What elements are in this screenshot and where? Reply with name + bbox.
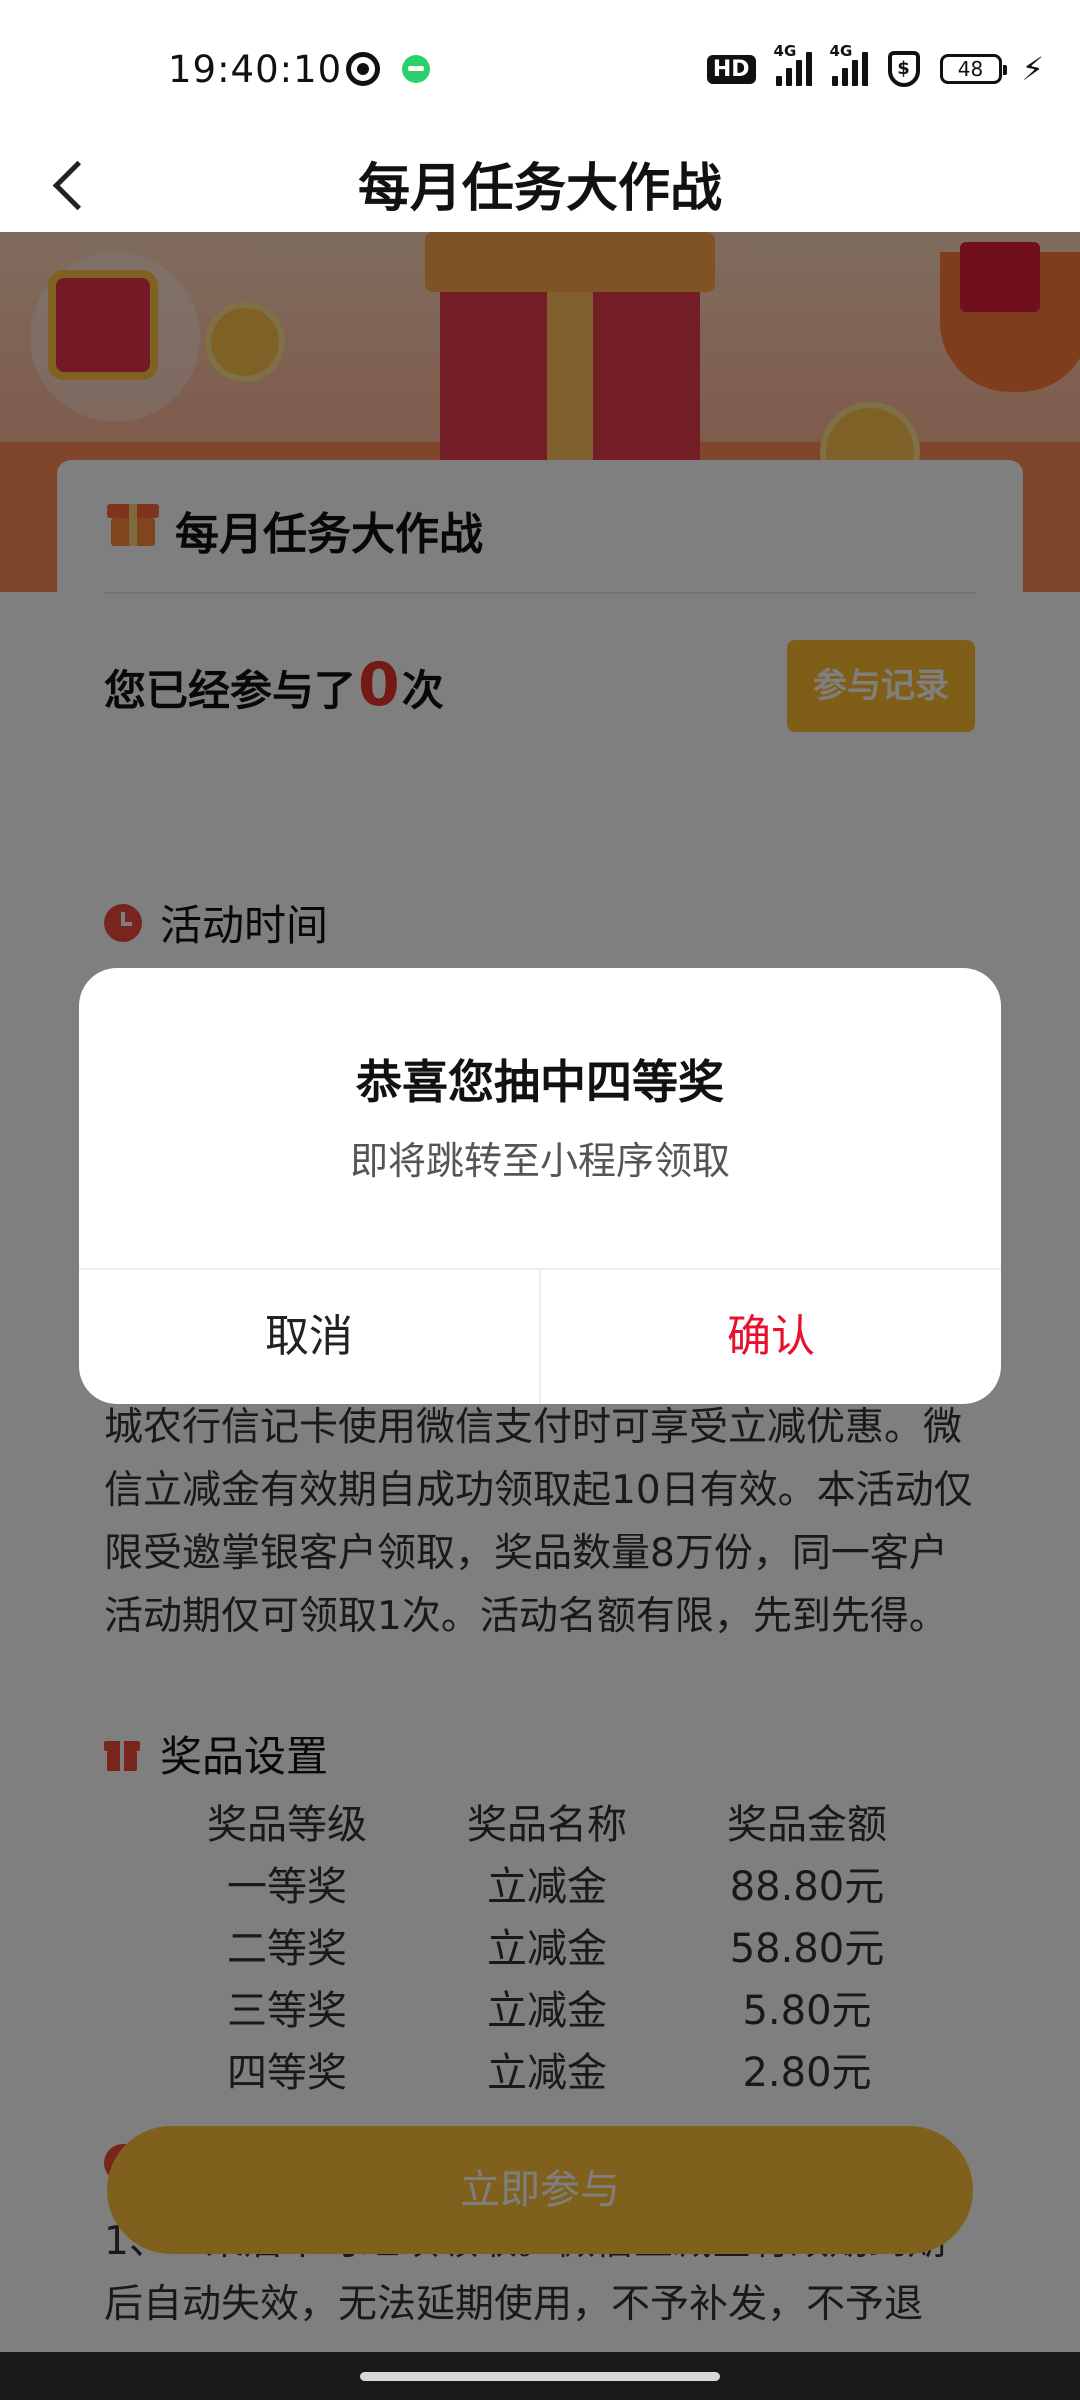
status-notification-icons <box>346 52 430 86</box>
cancel-button[interactable]: 取消 <box>79 1270 539 1404</box>
status-system-icons: HD 4G 4G $ 48 ⚡ <box>706 42 1044 88</box>
prize-dialog: 恭喜您抽中四等奖 即将跳转至小程序领取 取消 确认 <box>79 968 1001 1404</box>
security-shield-icon: $ <box>887 51 920 87</box>
confirm-button[interactable]: 确认 <box>541 1270 1001 1404</box>
wechat-notification-icon <box>402 55 430 83</box>
status-bar: 19:40:10 HD 4G 4G $ 48 ⚡ <box>0 0 1080 140</box>
signal-2-label: 4G <box>829 42 853 60</box>
bolt-icon: ⚡ <box>1021 50 1044 88</box>
system-navigation-bar <box>0 2352 1080 2400</box>
battery-icon: 48 <box>939 54 1007 84</box>
network-icon <box>346 52 380 86</box>
status-time: 19:40:10 <box>168 48 343 91</box>
signal-1-label: 4G <box>773 42 797 60</box>
dialog-message: 即将跳转至小程序领取 <box>349 1139 730 1183</box>
home-indicator[interactable] <box>360 2372 720 2381</box>
page-title: 每月任务大作战 <box>357 159 722 219</box>
signal-2-icon: 4G <box>830 42 868 86</box>
page: 19:40:10 HD 4G 4G $ 48 ⚡ 每月任务大作战 恭喜您抽中四等… <box>0 0 1080 2400</box>
signal-1-icon: 4G <box>774 42 812 86</box>
nav-bar: 每月任务大作战 <box>0 140 1080 232</box>
dialog-title: 恭喜您抽中四等奖 <box>356 1055 724 1109</box>
hd-voice-icon: HD <box>706 54 756 84</box>
